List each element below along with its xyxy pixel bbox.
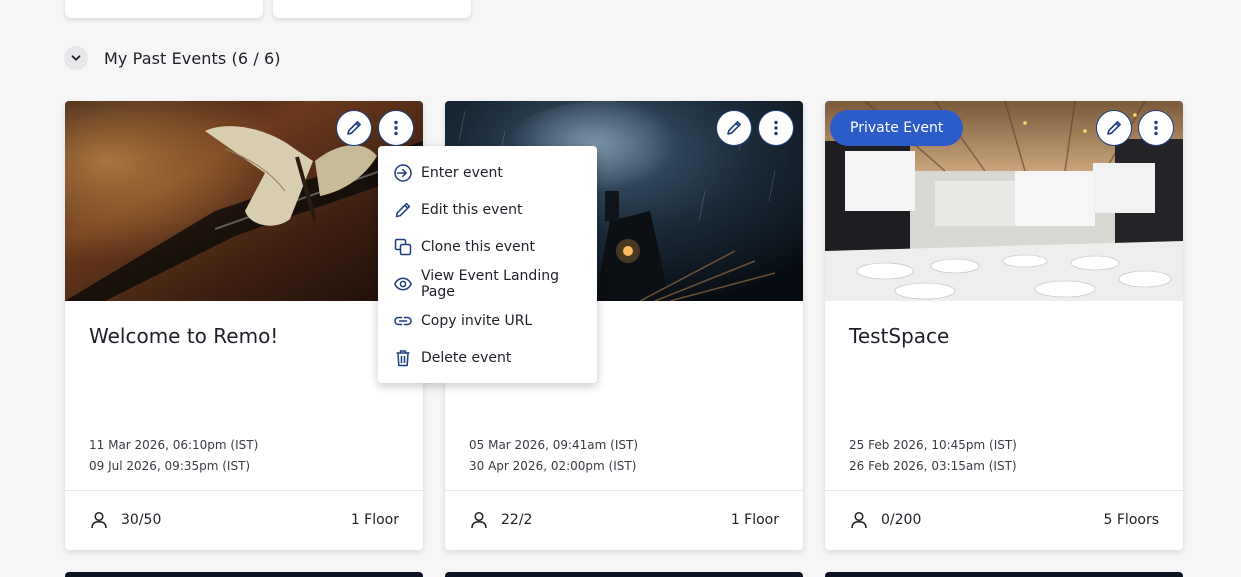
event-title: Welcome to Remo! xyxy=(89,324,279,348)
divider xyxy=(825,490,1183,491)
edit-event-button[interactable] xyxy=(336,110,372,146)
more-vertical-icon xyxy=(394,120,398,136)
more-vertical-icon xyxy=(774,120,778,136)
event-start: 25 Feb 2026, 10:45pm (IST) xyxy=(849,438,1017,452)
private-event-badge: Private Event xyxy=(830,110,964,146)
pencil-icon xyxy=(1107,121,1121,135)
floor-count: 5 Floors xyxy=(1103,512,1159,528)
menu-item-delete-event[interactable]: Delete event xyxy=(378,339,597,376)
menu-item-clone-event[interactable]: Clone this event xyxy=(378,228,597,265)
menu-item-label: Copy invite URL xyxy=(421,312,533,329)
eye-icon xyxy=(392,273,414,295)
clone-icon xyxy=(392,236,414,258)
attendee-count: 0/200 xyxy=(881,512,922,528)
menu-item-enter-event[interactable]: Enter event xyxy=(378,154,597,191)
menu-item-label: Edit this event xyxy=(421,201,523,218)
event-card-partial[interactable] xyxy=(65,0,263,18)
link-icon xyxy=(392,310,414,332)
trash-icon xyxy=(392,347,414,369)
event-footer: 0/200 5 Floors xyxy=(849,508,1159,532)
event-card-partial[interactable] xyxy=(445,572,803,577)
menu-item-label: Enter event xyxy=(421,164,503,181)
divider xyxy=(445,490,803,491)
event-context-menu: Enter event Edit this event Clone this e… xyxy=(378,146,597,383)
past-events-header: My Past Events (6 / 6) xyxy=(64,45,281,71)
event-dates: 05 Mar 2026, 09:41am (IST) 30 Apr 2026, … xyxy=(469,435,638,477)
chevron-down-icon xyxy=(71,55,81,61)
floor-count: 1 Floor xyxy=(730,512,779,528)
event-end: 26 Feb 2026, 03:15am (IST) xyxy=(849,459,1017,473)
more-vertical-icon xyxy=(1154,120,1158,136)
floor-count: 1 Floor xyxy=(350,512,399,528)
attendee-count: 30/50 xyxy=(121,512,162,528)
event-card-partial[interactable] xyxy=(825,572,1183,577)
collapse-button[interactable] xyxy=(64,46,88,70)
menu-item-view-landing-page[interactable]: View Event Landing Page xyxy=(378,265,597,302)
event-title: TestSpace xyxy=(849,324,950,348)
menu-item-copy-invite-url[interactable]: Copy invite URL xyxy=(378,302,597,339)
event-card[interactable]: Private Event TestSpace 25 Feb 2026, 10:… xyxy=(825,101,1183,550)
enter-icon xyxy=(392,162,414,184)
pencil-icon xyxy=(392,199,414,221)
more-options-button[interactable] xyxy=(1138,110,1174,146)
event-card-partial[interactable] xyxy=(273,0,471,18)
user-icon xyxy=(91,511,107,529)
event-card[interactable]: Welcome to Remo! 11 Mar 2026, 06:10pm (I… xyxy=(65,101,423,550)
user-icon xyxy=(471,511,487,529)
menu-item-label: Clone this event xyxy=(421,238,536,255)
edit-event-button[interactable] xyxy=(716,110,752,146)
attendee-count: 22/2 xyxy=(501,512,533,528)
menu-item-label: Delete event xyxy=(421,349,512,366)
event-footer: 22/2 1 Floor xyxy=(469,508,779,532)
event-footer: 30/50 1 Floor xyxy=(89,508,399,532)
event-dates: 11 Mar 2026, 06:10pm (IST) 09 Jul 2026, … xyxy=(89,435,258,477)
event-card-partial[interactable] xyxy=(65,572,423,577)
pencil-icon xyxy=(727,121,741,135)
menu-item-edit-event[interactable]: Edit this event xyxy=(378,191,597,228)
event-start: 11 Mar 2026, 06:10pm (IST) xyxy=(89,438,259,452)
event-start: 05 Mar 2026, 09:41am (IST) xyxy=(469,438,638,452)
more-options-button[interactable] xyxy=(758,110,794,146)
divider xyxy=(65,490,423,491)
edit-event-button[interactable] xyxy=(1096,110,1132,146)
more-options-button[interactable] xyxy=(378,110,414,146)
event-dates: 25 Feb 2026, 10:45pm (IST) 26 Feb 2026, … xyxy=(849,435,1017,477)
menu-item-label: View Event Landing Page xyxy=(420,267,559,300)
pencil-icon xyxy=(347,121,361,135)
event-end: 30 Apr 2026, 02:00pm (IST) xyxy=(469,459,637,473)
section-title: My Past Events (6 / 6) xyxy=(104,48,281,68)
user-icon xyxy=(851,511,867,529)
event-end: 09 Jul 2026, 09:35pm (IST) xyxy=(89,459,251,473)
